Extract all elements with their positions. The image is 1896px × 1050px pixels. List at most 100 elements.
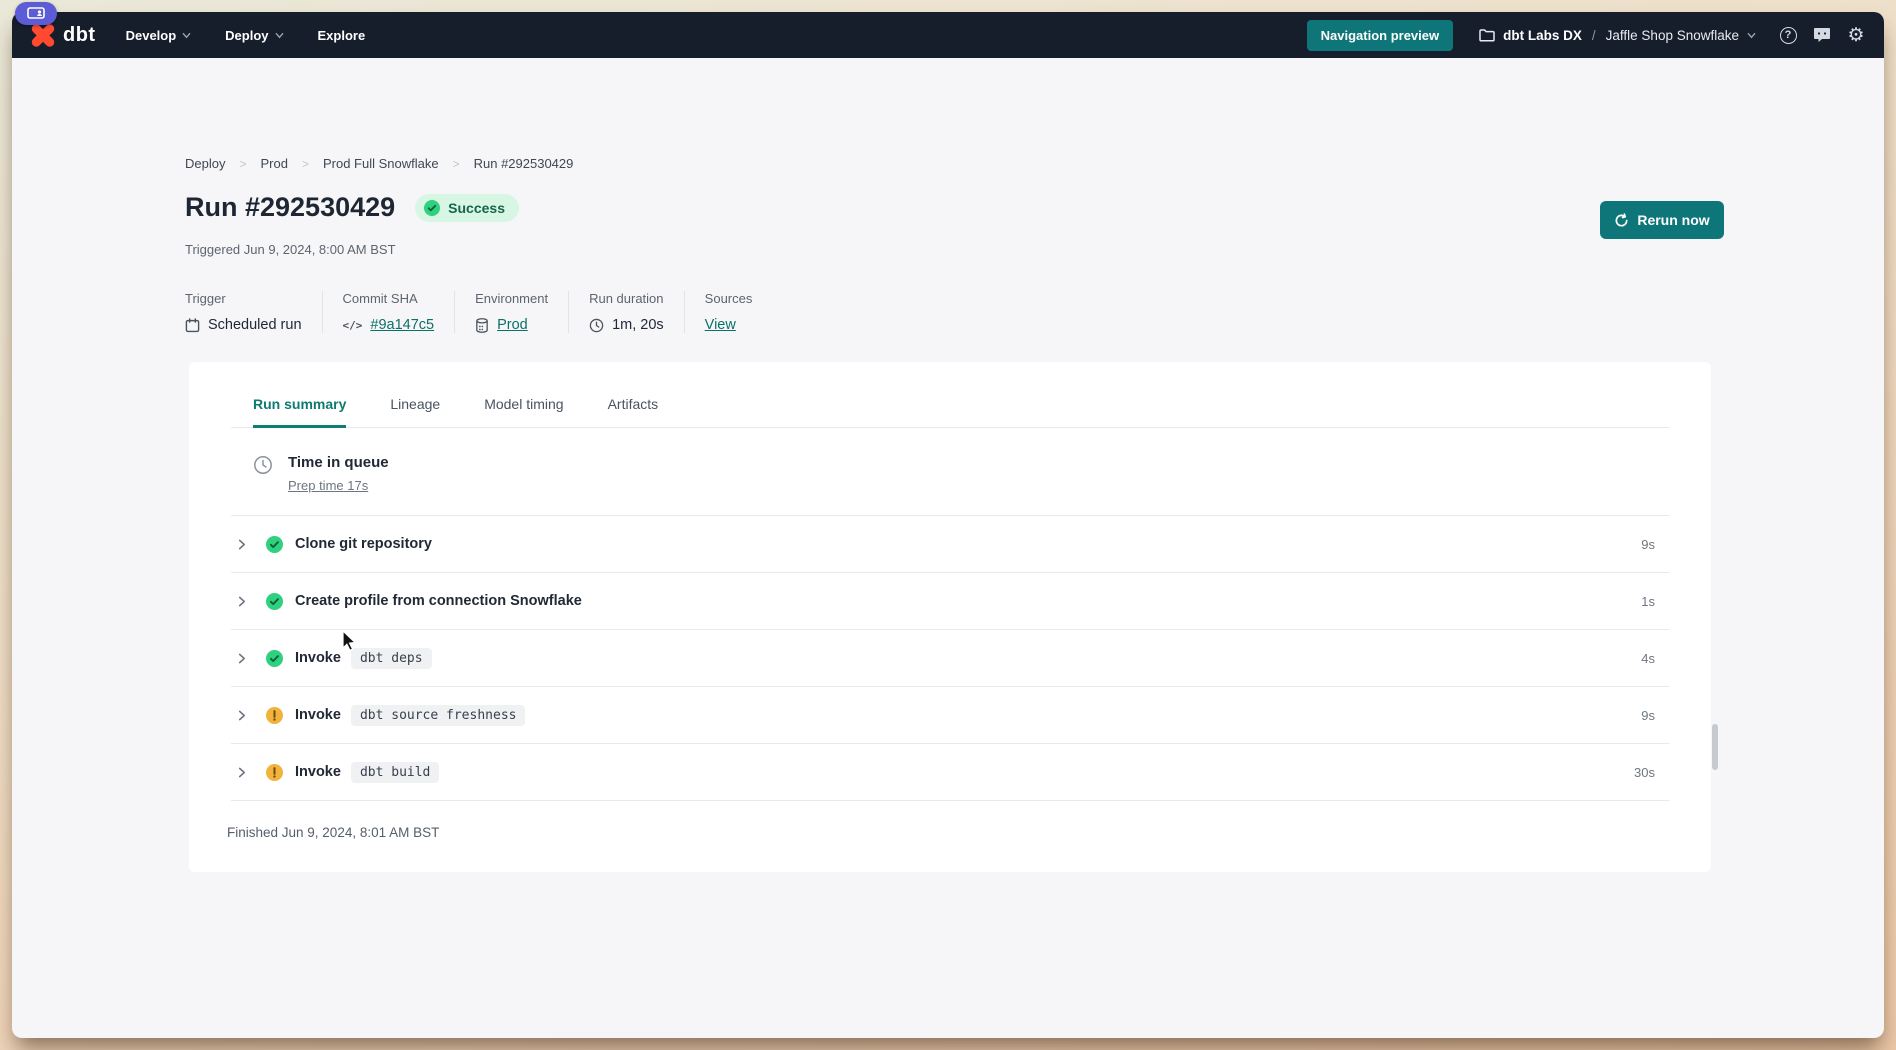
step-row-invoke-dbt-build[interactable]: Invoke dbt build 30s	[231, 744, 1669, 801]
success-check-icon	[266, 536, 283, 553]
step-label: Invoke	[295, 764, 341, 780]
path-separator: /	[1592, 28, 1596, 43]
meta-trigger: Trigger Scheduled run	[185, 291, 322, 333]
step-duration: 4s	[1641, 651, 1655, 666]
dbt-logo-icon	[30, 22, 56, 48]
chevron-right-icon	[236, 653, 258, 664]
breadcrumb-run[interactable]: Run #292530429	[474, 156, 574, 171]
run-meta-row: Trigger Scheduled run Commit SHA </> #9a…	[185, 291, 772, 333]
step-command: dbt source freshness	[351, 705, 526, 726]
top-nav: dbt Develop Deploy Explore Navigation pr…	[12, 12, 1884, 58]
project-switcher[interactable]: dbt Labs DX / Jaffle Shop Snowflake	[1479, 28, 1756, 43]
step-row-clone-git-repository[interactable]: Clone git repository 9s	[231, 516, 1669, 573]
feedback-button[interactable]	[1812, 25, 1832, 45]
help-icon: ?	[1780, 27, 1797, 44]
database-icon	[475, 318, 489, 333]
help-button[interactable]: ?	[1778, 25, 1798, 45]
step-duration: 1s	[1641, 594, 1655, 609]
nav-item-label: Explore	[318, 28, 366, 43]
step-label: Create profile from connection Snowflake	[295, 593, 582, 609]
step-row-invoke-dbt-deps[interactable]: Invoke dbt deps 4s	[231, 630, 1669, 687]
breadcrumb-separator: >	[239, 157, 246, 171]
rerun-now-label: Rerun now	[1637, 212, 1709, 228]
feedback-icon	[1813, 27, 1831, 43]
breadcrumb: Deploy > Prod > Prod Full Snowflake > Ru…	[185, 156, 573, 171]
navigation-preview-button[interactable]: Navigation preview	[1307, 20, 1453, 51]
meta-environment: Environment Prod	[454, 291, 568, 333]
breadcrumb-separator: >	[453, 157, 460, 171]
nav-item-develop[interactable]: Develop	[126, 28, 192, 43]
meta-label: Commit SHA	[343, 291, 435, 306]
run-steps-list: Time in queue Prep time 17s Clone git re…	[231, 428, 1669, 801]
chevron-right-icon	[236, 596, 258, 607]
commit-sha-link[interactable]: #9a147c5	[370, 317, 434, 333]
project-name: Jaffle Shop Snowflake	[1606, 28, 1739, 43]
refresh-icon	[1614, 213, 1629, 228]
chevron-down-icon	[1747, 31, 1756, 40]
prep-time-link[interactable]: Prep time 17s	[288, 478, 368, 493]
nav-item-explore[interactable]: Explore	[318, 28, 366, 43]
tab-model-timing[interactable]: Model timing	[484, 388, 563, 427]
nav-item-deploy[interactable]: Deploy	[225, 28, 283, 43]
meta-label: Trigger	[185, 291, 302, 306]
chevron-down-icon	[182, 31, 191, 40]
step-label: Clone git repository	[295, 536, 432, 552]
meta-label: Run duration	[589, 291, 664, 306]
nav-item-label: Deploy	[225, 28, 268, 43]
code-icon: </>	[343, 319, 363, 332]
status-badge-label: Success	[448, 200, 505, 216]
step-duration: 30s	[1634, 765, 1655, 780]
tab-artifacts[interactable]: Artifacts	[608, 388, 659, 427]
meta-label: Environment	[475, 291, 548, 306]
step-duration: 9s	[1641, 708, 1655, 723]
success-check-icon	[424, 200, 440, 216]
warning-icon	[266, 764, 283, 781]
environment-link[interactable]: Prod	[497, 317, 528, 333]
nav-icon-group: ? ⚙	[1778, 25, 1866, 45]
scrollbar-thumb[interactable]	[1712, 724, 1718, 770]
time-in-queue-row: Time in queue Prep time 17s	[231, 428, 1669, 516]
step-label: Invoke	[295, 650, 341, 666]
breadcrumb-prod[interactable]: Prod	[260, 156, 287, 171]
tab-lineage[interactable]: Lineage	[390, 388, 440, 427]
success-check-icon	[266, 650, 283, 667]
step-duration: 9s	[1641, 537, 1655, 552]
run-summary-card: Run summary Lineage Model timing Artifac…	[189, 362, 1711, 872]
breadcrumb-deploy[interactable]: Deploy	[185, 156, 225, 171]
calendar-icon	[185, 318, 200, 333]
gear-icon: ⚙	[1847, 26, 1864, 45]
chevron-down-icon	[275, 31, 284, 40]
chevron-right-icon	[236, 539, 258, 550]
screen-share-indicator[interactable]	[15, 2, 57, 25]
account-name: dbt Labs DX	[1503, 28, 1582, 43]
nav-menu: Develop Deploy Explore	[126, 28, 366, 43]
monitor-user-icon	[27, 7, 45, 21]
run-detail-page: Deploy > Prod > Prod Full Snowflake > Ru…	[12, 58, 1884, 1038]
meta-label: Sources	[705, 291, 753, 306]
clock-icon	[253, 455, 273, 475]
run-duration-value: 1m, 20s	[612, 317, 664, 333]
step-command: dbt deps	[351, 648, 432, 669]
app-window: dbt Develop Deploy Explore Navigation pr…	[12, 12, 1884, 1038]
meta-run-duration: Run duration 1m, 20s	[568, 291, 684, 333]
dbt-logo[interactable]: dbt	[30, 22, 96, 48]
status-badge: Success	[415, 194, 519, 222]
success-check-icon	[266, 593, 283, 610]
tab-bar: Run summary Lineage Model timing Artifac…	[231, 388, 1669, 428]
clock-icon	[589, 318, 604, 333]
settings-button[interactable]: ⚙	[1846, 25, 1866, 45]
page-title: Run #292530429	[185, 192, 395, 223]
meta-sources: Sources View	[684, 291, 773, 333]
folder-icon	[1479, 28, 1495, 42]
tab-run-summary[interactable]: Run summary	[253, 388, 346, 428]
breadcrumb-separator: >	[302, 157, 309, 171]
step-row-create-profile[interactable]: Create profile from connection Snowflake…	[231, 573, 1669, 630]
sources-view-link[interactable]: View	[705, 317, 736, 333]
step-row-invoke-dbt-source-freshness[interactable]: Invoke dbt source freshness 9s	[231, 687, 1669, 744]
nav-item-label: Develop	[126, 28, 177, 43]
dbt-logo-text: dbt	[63, 24, 96, 47]
step-command: dbt build	[351, 762, 439, 783]
triggered-timestamp: Triggered Jun 9, 2024, 8:00 AM BST	[185, 242, 396, 257]
breadcrumb-job[interactable]: Prod Full Snowflake	[323, 156, 439, 171]
rerun-now-button[interactable]: Rerun now	[1600, 201, 1724, 239]
